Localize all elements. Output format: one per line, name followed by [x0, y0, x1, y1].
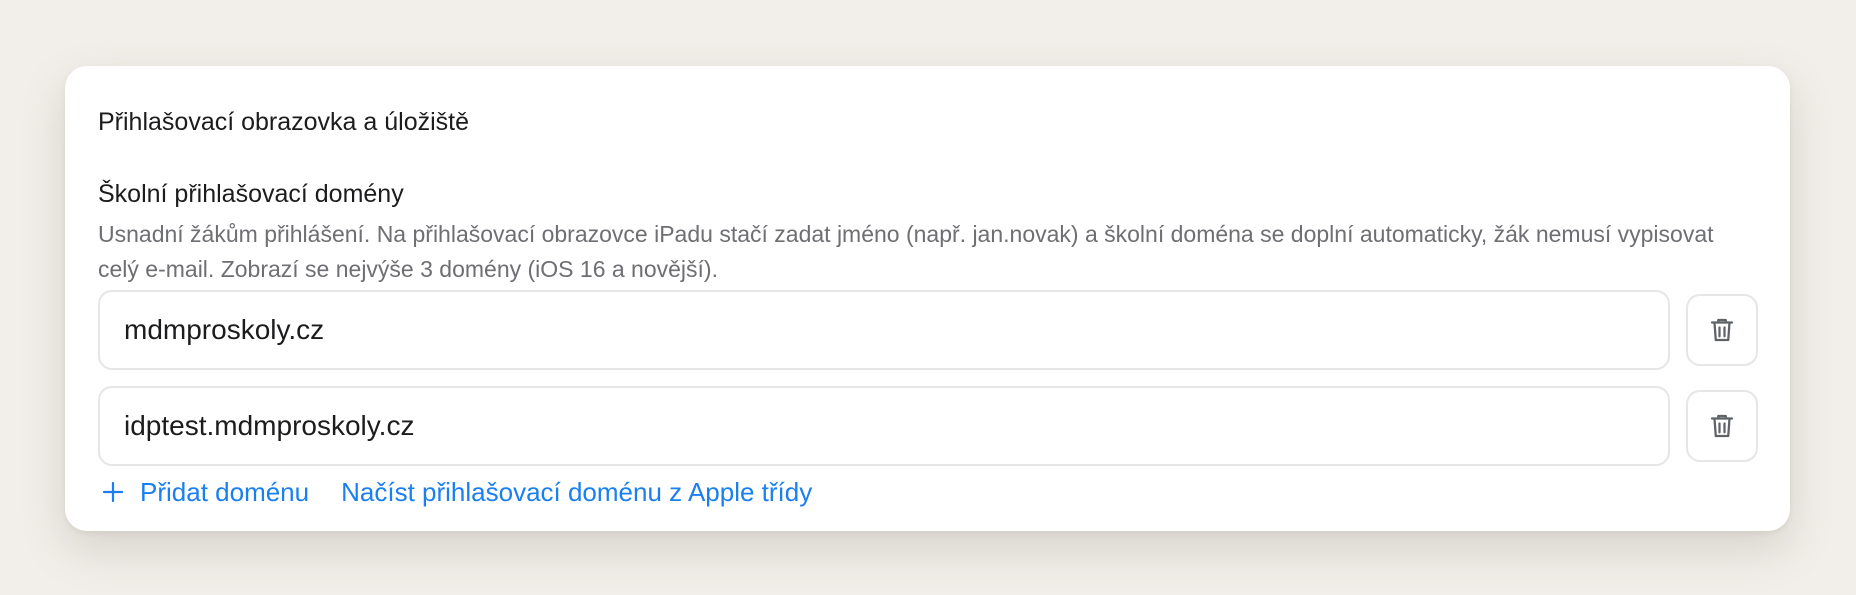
card-title: Přihlašovací obrazovka a úložiště [98, 108, 470, 136]
delete-domain-button-2[interactable] [1686, 390, 1758, 462]
domain-input-2[interactable] [98, 386, 1670, 466]
domain-actions: Přidat doménu Načíst přihlašovací doménu… [98, 474, 812, 510]
plus-icon [102, 481, 124, 503]
trash-icon [1710, 414, 1734, 438]
section-description: Usnadní žákům přihlášení. Na přihlašovac… [98, 221, 1714, 282]
trash-icon [1710, 318, 1734, 342]
domain-input-1[interactable] [98, 290, 1670, 370]
import-apple-classroom-domain-button[interactable]: Načíst přihlašovací doménu z Apple třídy [341, 477, 812, 508]
settings-card: Přihlašovací obrazovka a úložiště Školní… [65, 66, 1790, 531]
delete-domain-button-1[interactable] [1686, 294, 1758, 366]
domain-row [98, 386, 1758, 466]
section-title: Školní přihlašovací domény [98, 180, 404, 208]
add-domain-button[interactable]: Přidat doménu [98, 477, 309, 508]
domain-row [98, 290, 1758, 370]
add-domain-label: Přidat doménu [140, 476, 310, 507]
